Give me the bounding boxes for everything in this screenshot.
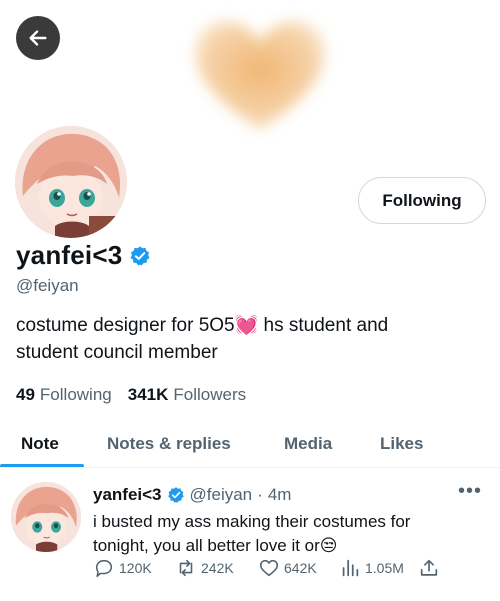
tab-note[interactable]: Note	[21, 420, 59, 468]
post-text: i busted my ass making their costumes fo…	[93, 510, 463, 558]
verified-badge-icon	[167, 487, 184, 503]
tab-likes[interactable]: Likes	[380, 420, 423, 468]
reply-icon	[95, 559, 113, 578]
tab-notes-and-replies[interactable]: Notes & replies	[107, 420, 231, 468]
following-count: 49	[16, 385, 35, 404]
verified-badge-icon	[130, 245, 150, 265]
followers-count: 341K	[127, 385, 169, 404]
share-button[interactable]	[418, 557, 440, 579]
post-author-avatar[interactable]	[11, 482, 81, 552]
bio-line-1: costume designer for 5O5💓 hs student and	[16, 315, 389, 336]
following-button[interactable]: Following	[358, 177, 486, 224]
post-text-line-2: tonight, you all better love it or😒	[93, 536, 338, 555]
profile-tabs: Note Notes & replies Media Likes	[0, 420, 500, 468]
follow-stats: 49 Following 341K Followers	[16, 385, 246, 405]
view-count: 1.05M	[365, 560, 404, 576]
heart-icon	[259, 559, 279, 577]
avatar-image	[15, 126, 127, 238]
repost-icon	[179, 559, 193, 577]
repost-button[interactable]: 242K	[175, 557, 234, 579]
following-stat[interactable]: 49 Following	[16, 385, 112, 405]
repost-count: 242K	[201, 560, 234, 576]
post-time[interactable]: 4m	[268, 485, 292, 505]
reply-count: 120K	[119, 560, 152, 576]
post-text-line-1: i busted my ass making their costumes fo…	[93, 512, 411, 531]
display-name: yanfei<3	[16, 240, 123, 270]
profile-avatar[interactable]	[11, 122, 131, 242]
followers-stat[interactable]: 341K Followers	[128, 385, 246, 405]
heart-banner-image	[195, 21, 325, 130]
profile-name-row: yanfei<3	[16, 240, 151, 271]
avatar-image	[11, 482, 81, 552]
arrow-left-icon	[29, 30, 47, 46]
profile-handle: @feiyan	[16, 276, 79, 295]
like-button[interactable]: 642K	[258, 557, 317, 579]
post-author-handle[interactable]: @feiyan	[190, 485, 253, 505]
views-button[interactable]: 1.05M	[339, 557, 404, 579]
post-separator: ·	[257, 485, 263, 504]
post-header: yanfei<3 @feiyan · 4m	[93, 485, 291, 505]
like-count: 642K	[284, 560, 317, 576]
views-icon	[342, 559, 359, 577]
bio-line-2: student council member	[16, 342, 218, 363]
more-options-icon[interactable]: •••	[458, 480, 482, 503]
post-author-name[interactable]: yanfei<3	[93, 485, 162, 505]
profile-bio: costume designer for 5O5💓 hs student and…	[16, 312, 476, 366]
reply-button[interactable]: 120K	[93, 557, 152, 579]
share-icon	[420, 559, 438, 576]
back-button[interactable]	[16, 16, 60, 60]
followers-label: Followers	[173, 385, 247, 404]
tab-media[interactable]: Media	[284, 420, 332, 468]
post-item[interactable]: yanfei<3 @feiyan · 4m ••• i busted my as…	[0, 468, 500, 601]
following-label: Following	[39, 385, 112, 404]
